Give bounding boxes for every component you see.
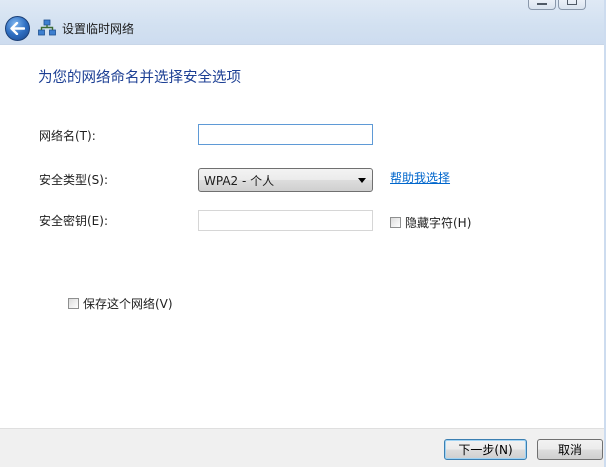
minimize-button[interactable] xyxy=(528,0,556,10)
save-network-option[interactable]: 保存这个网络(V) xyxy=(68,295,173,312)
maximize-button[interactable] xyxy=(558,0,586,10)
network-icon xyxy=(38,19,56,36)
security-type-select[interactable]: WPA2 - 个人 xyxy=(198,168,373,192)
security-type-selected-value: WPA2 - 个人 xyxy=(204,173,275,188)
network-name-input[interactable] xyxy=(198,124,373,145)
security-key-label: 安全密钥(E): xyxy=(39,214,108,228)
hide-characters-option[interactable]: 隐藏字符(H) xyxy=(390,214,471,231)
window-controls xyxy=(528,0,586,10)
minimize-icon xyxy=(537,3,547,5)
window-title: 设置临时网络 xyxy=(62,22,135,36)
page-heading: 为您的网络命名并选择安全选项 xyxy=(38,70,241,86)
back-button[interactable] xyxy=(5,16,30,41)
network-name-label: 网络名(T): xyxy=(39,129,96,143)
hide-characters-checkbox[interactable] xyxy=(390,217,401,228)
maximize-icon xyxy=(567,0,577,5)
save-network-checkbox[interactable] xyxy=(68,298,79,309)
security-key-input[interactable] xyxy=(198,210,373,231)
footer-bar: 下一步(N) 取消 xyxy=(0,428,606,467)
dropdown-arrow-icon xyxy=(358,178,366,183)
next-button[interactable]: 下一步(N) xyxy=(444,439,527,460)
back-arrow-icon xyxy=(10,22,25,35)
help-me-choose-link[interactable]: 帮助我选择 xyxy=(390,169,450,186)
security-type-label: 安全类型(S): xyxy=(39,173,109,187)
hide-characters-label: 隐藏字符(H) xyxy=(405,216,472,230)
cancel-button[interactable]: 取消 xyxy=(537,439,603,460)
save-network-label: 保存这个网络(V) xyxy=(83,297,173,311)
title-bar: 设置临时网络 xyxy=(0,0,606,45)
